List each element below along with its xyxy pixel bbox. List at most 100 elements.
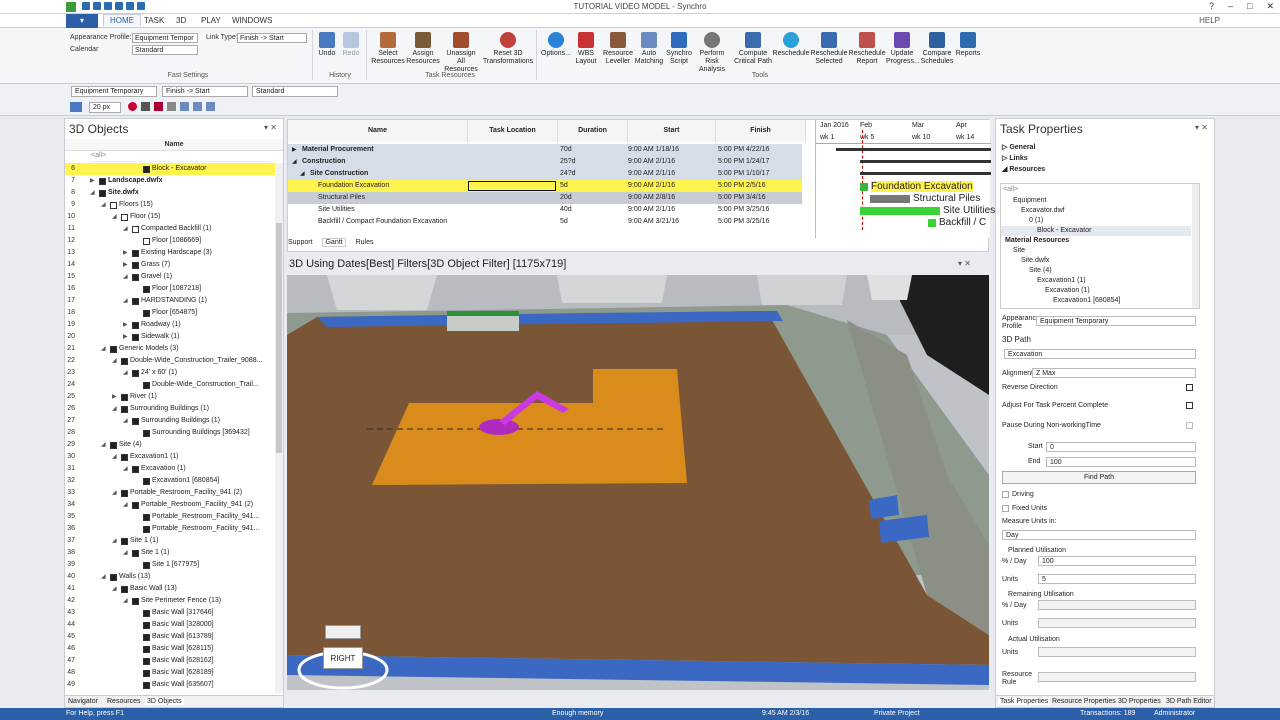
section-links[interactable]: ▷ Links xyxy=(1002,154,1028,162)
tree-row[interactable]: 15 ◢ Gravel (1) xyxy=(65,271,275,283)
tree-row[interactable]: 19 ▶ Roadway (1) xyxy=(65,319,275,331)
gantt-col-location[interactable]: Task Location xyxy=(468,120,558,142)
assign-resources-button[interactable]: Assign Resources xyxy=(406,32,440,66)
gantt-bar[interactable] xyxy=(860,172,991,175)
resource-tree-node[interactable]: Site.dwfx xyxy=(1001,256,1191,266)
tab-support[interactable]: Support xyxy=(288,239,313,246)
expand-icon[interactable]: ◢ xyxy=(112,487,119,499)
visibility-checkbox[interactable] xyxy=(121,357,128,365)
tree-row[interactable]: 45 Basic Wall [613789] xyxy=(65,631,275,643)
resource-tree-node[interactable]: Block - Excavator xyxy=(1001,226,1191,236)
expand-icon[interactable]: ▶ xyxy=(123,259,130,271)
task-location-cell[interactable] xyxy=(468,181,556,191)
visibility-checkbox[interactable] xyxy=(132,549,139,557)
task-properties-controls[interactable]: ▾ ✕ xyxy=(1195,123,1208,132)
visibility-checkbox[interactable] xyxy=(121,453,128,461)
start-field[interactable]: 0 xyxy=(1046,442,1196,452)
tree-row[interactable]: 44 Basic Wall [328000] xyxy=(65,619,275,631)
visibility-checkbox[interactable] xyxy=(132,333,139,341)
select-resources-button[interactable]: Select Resources xyxy=(371,32,405,66)
gantt-bar[interactable] xyxy=(836,148,991,151)
gantt-bar[interactable] xyxy=(860,207,940,215)
tab-3d-properties[interactable]: 3D Properties xyxy=(1118,698,1161,705)
visibility-checkbox[interactable] xyxy=(132,597,139,605)
calendar-select[interactable]: Standard xyxy=(132,45,198,55)
expand-icon[interactable]: ▶ xyxy=(90,175,97,187)
section-resources[interactable]: ◢ Resources xyxy=(1002,165,1045,173)
visibility-checkbox[interactable] xyxy=(143,477,150,485)
tree-row[interactable]: 9 ◢ Floors (15) xyxy=(65,199,275,211)
gantt-row[interactable]: ▶ Material Procurement 70d 9:00 AM 1/18/16 5… xyxy=(288,144,802,156)
tab-3d[interactable]: 3D xyxy=(176,16,186,25)
tab-task-properties[interactable]: Task Properties xyxy=(998,698,1051,705)
visibility-checkbox[interactable] xyxy=(99,177,106,185)
tab-task[interactable]: TASK xyxy=(144,16,164,25)
visibility-checkbox[interactable] xyxy=(143,621,150,629)
planned-units-field[interactable]: 5 xyxy=(1038,574,1196,584)
outdent-icon[interactable] xyxy=(193,102,202,111)
visibility-checkbox[interactable] xyxy=(121,537,128,545)
tab-3d-path-editor[interactable]: 3D Path Editor xyxy=(1166,698,1212,705)
expand-icon[interactable]: ◢ xyxy=(123,295,130,307)
visibility-checkbox[interactable] xyxy=(143,309,150,317)
expand-icon[interactable]: ◢ xyxy=(123,415,130,427)
indent-icon[interactable] xyxy=(180,102,189,111)
visibility-checkbox[interactable] xyxy=(110,441,117,449)
expand-icon[interactable]: ◢ xyxy=(300,168,305,180)
update-progress-button[interactable]: Update Progress... xyxy=(886,32,920,66)
tree-row[interactable]: 10 ◢ Floor (15) xyxy=(65,211,275,223)
auto-matching-button[interactable]: Auto Matching xyxy=(634,32,664,66)
risk-analysis-button[interactable]: Perform Risk Analysis xyxy=(693,32,731,74)
3d-path-select[interactable]: Excavation xyxy=(1004,349,1196,359)
visibility-checkbox[interactable] xyxy=(121,405,128,413)
3d-viewport[interactable]: RIGHT xyxy=(287,275,989,690)
unassign-resources-button[interactable]: Unassign All Resources xyxy=(442,32,480,74)
driving-checkbox[interactable] xyxy=(1002,491,1009,498)
refresh-icon[interactable] xyxy=(206,102,215,111)
tree-row[interactable]: 42 ◢ Site Perimeter Fence (13) xyxy=(65,595,275,607)
tree-row[interactable]: 40 ◢ Walls (13) xyxy=(65,571,275,583)
gantt-col-finish[interactable]: Finish xyxy=(716,120,806,142)
tree-row[interactable]: 41 ◢ Basic Wall (13) xyxy=(65,583,275,595)
tab-gantt[interactable]: Gantt xyxy=(322,238,346,247)
gantt-bar[interactable] xyxy=(860,183,868,191)
tree-row[interactable]: 33 ◢ Portable_Restroom_Facility_941 (2) xyxy=(65,487,275,499)
tree-row[interactable]: 38 ◢ Site 1 (1) xyxy=(65,547,275,559)
toolbar-tool-icon[interactable] xyxy=(70,102,82,112)
panel-controls[interactable]: ▾ ✕ xyxy=(264,123,277,132)
gantt-col-name[interactable]: Name xyxy=(288,120,468,142)
visibility-checkbox[interactable] xyxy=(143,165,150,173)
visibility-checkbox[interactable] xyxy=(132,225,139,233)
visibility-checkbox[interactable] xyxy=(110,201,117,209)
visibility-checkbox[interactable] xyxy=(132,261,139,269)
expand-icon[interactable]: ◢ xyxy=(112,451,119,463)
gantt-chart[interactable]: Jan 2016 Feb Mar Apr wk 1 wk 5 wk 10 wk 14 Found… xyxy=(815,120,995,238)
synchro-script-button[interactable]: Synchro Script xyxy=(664,32,694,66)
reverse-direction-checkbox[interactable] xyxy=(1186,384,1193,391)
adjust-percent-checkbox[interactable] xyxy=(1186,402,1193,409)
tree-row[interactable]: 49 Basic Wall [635607] xyxy=(65,679,275,691)
expand-icon[interactable]: ◢ xyxy=(101,571,108,583)
gantt-row[interactable]: Site Utilities 40d 9:00 AM 2/1/16 5:00 PM 3… xyxy=(288,204,802,216)
expand-icon[interactable]: ▶ xyxy=(123,247,130,259)
tree-row[interactable]: 20 ▶ Sidewalk (1) xyxy=(65,331,275,343)
expand-icon[interactable]: ▶ xyxy=(123,331,130,343)
gantt-row[interactable]: Structural Piles 20d 9:00 AM 2/8/16 5:00 PM… xyxy=(288,192,802,204)
visibility-checkbox[interactable] xyxy=(132,369,139,377)
resource-tree-node[interactable]: Excavator.dwf xyxy=(1001,206,1191,216)
expand-icon[interactable]: ◢ xyxy=(112,355,119,367)
actual-units-field[interactable] xyxy=(1038,647,1196,657)
record-icon[interactable] xyxy=(128,102,137,111)
resource-tree-node[interactable]: Equipment xyxy=(1001,196,1191,206)
tree-row[interactable]: 17 ◢ HARDSTANDING (1) xyxy=(65,295,275,307)
fixed-units-checkbox[interactable] xyxy=(1002,505,1009,512)
tree-row[interactable]: 47 Basic Wall [628162] xyxy=(65,655,275,667)
tab-resources[interactable]: Resources xyxy=(107,698,140,705)
visibility-checkbox[interactable] xyxy=(132,321,139,329)
compare-schedules-button[interactable]: Compare Schedules xyxy=(920,32,954,66)
resource-tree-node[interactable]: Excavation (1) xyxy=(1001,286,1191,296)
file-menu-button[interactable]: ▾ xyxy=(66,14,98,28)
zoom-px-select[interactable]: 20 px xyxy=(89,102,121,113)
measure-units-select[interactable]: Day xyxy=(1002,530,1196,540)
tree-row[interactable]: 25 ▶ River (1) xyxy=(65,391,275,403)
